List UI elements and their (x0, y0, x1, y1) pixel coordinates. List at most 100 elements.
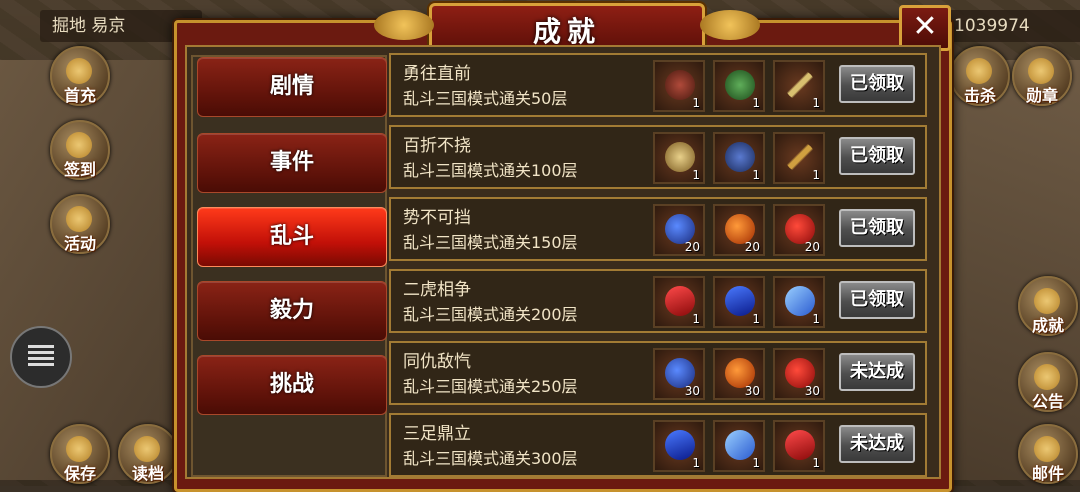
reward-slot[interactable]: 1 (653, 276, 705, 328)
currency-value: 1039974 (954, 16, 1030, 36)
weapon-icon (785, 70, 815, 100)
reward-qty: 1 (812, 312, 820, 326)
reward-slot[interactable]: 1 (653, 132, 705, 184)
scroll-icon (785, 286, 815, 316)
claimed-button[interactable]: 已领取 (839, 209, 915, 247)
general-icon (725, 70, 755, 100)
reward-slot[interactable]: 1 (713, 276, 765, 328)
reward-qty: 1 (752, 96, 760, 110)
not-achieved-button[interactable]: 未达成 (839, 353, 915, 391)
mail-icon (1034, 436, 1060, 462)
achievement-name: 势不可挡 (403, 208, 471, 228)
tab-story[interactable]: 剧情 (197, 57, 387, 117)
reward-qty: 1 (752, 456, 760, 470)
reward-qty: 1 (692, 96, 700, 110)
blue-general-icon (725, 142, 755, 172)
achievement-row: 同仇敌忾 乱斗三国模式通关250层 30 30 30 未达成 (389, 341, 927, 405)
activity-label: 活动 (63, 234, 96, 253)
load-icon (134, 436, 160, 462)
reward-qty: 1 (692, 312, 700, 326)
reward-slot[interactable]: 1 (773, 132, 825, 184)
load-button[interactable]: 读档 (118, 424, 178, 484)
achievement-label: 成就 (1031, 316, 1064, 335)
claimed-button[interactable]: 已领取 (839, 281, 915, 319)
reward-qty: 1 (692, 456, 700, 470)
reward-slot[interactable]: 1 (773, 420, 825, 472)
achievement-row: 势不可挡 乱斗三国模式通关150层 20 20 20 已领取 (389, 197, 927, 261)
achievement-list: 勇往直前 乱斗三国模式通关50层 1 1 1 已领取 百折不挠 乱斗三国模式通关… (389, 53, 927, 479)
reward-slot[interactable]: 30 (773, 348, 825, 400)
save-label: 保存 (63, 464, 96, 483)
tab-melee[interactable]: 乱斗 (197, 207, 387, 267)
achievement-row: 勇往直前 乱斗三国模式通关50层 1 1 1 已领取 (389, 53, 927, 117)
reward-qty: 1 (812, 168, 820, 182)
reward-qty: 1 (752, 312, 760, 326)
achievement-dialog: 成就 ✕ 剧情 事件 乱斗 毅力 挑战 勇往直前 乱斗三国模式通关50层 1 1… (174, 3, 952, 492)
reward-slot[interactable]: 1 (773, 60, 825, 112)
reward-qty: 20 (744, 240, 760, 254)
medal-label: 勋章 (1025, 86, 1058, 105)
reward-qty: 30 (804, 384, 820, 398)
reward-slot[interactable]: 20 (653, 204, 705, 256)
reward-qty: 30 (744, 384, 760, 398)
floating-assist-button[interactable] (10, 326, 72, 388)
reward-slot[interactable]: 1 (773, 276, 825, 328)
achievement-button[interactable]: 成就 (1018, 276, 1078, 336)
category-tabs: 剧情 事件 乱斗 毅力 挑战 (191, 55, 387, 477)
blue-book-icon (665, 430, 695, 460)
reward-slot[interactable]: 1 (653, 420, 705, 472)
tab-event[interactable]: 事件 (197, 133, 387, 193)
kill-button[interactable]: 击杀 (950, 46, 1010, 106)
reward-qty: 1 (812, 96, 820, 110)
save-button[interactable]: 保存 (50, 424, 110, 484)
kill-icon (966, 58, 992, 84)
reward-slot[interactable]: 1 (653, 60, 705, 112)
mail-label: 邮件 (1031, 464, 1064, 483)
spear-icon (785, 142, 815, 172)
achievement-desc: 乱斗三国模式通关250层 (403, 377, 578, 396)
medal-button[interactable]: 勋章 (1012, 46, 1072, 106)
tab-perseverance[interactable]: 毅力 (197, 281, 387, 341)
load-label: 读档 (131, 464, 164, 483)
reward-slot[interactable]: 20 (773, 204, 825, 256)
activity-button[interactable]: 活动 (50, 194, 110, 254)
blue-book-icon (725, 286, 755, 316)
mail-button[interactable]: 邮件 (1018, 424, 1078, 484)
sign-in-icon (66, 132, 92, 158)
gold-armor-icon (665, 142, 695, 172)
claimed-button[interactable]: 已领取 (839, 65, 915, 103)
not-achieved-button[interactable]: 未达成 (839, 425, 915, 463)
achievement-name: 百折不挠 (403, 136, 471, 156)
announcement-button[interactable]: 公告 (1018, 352, 1078, 412)
announcement-icon (1034, 364, 1060, 390)
sign-in-button[interactable]: 签到 (50, 120, 110, 180)
reward-qty: 1 (692, 168, 700, 182)
reward-slot[interactable]: 30 (713, 348, 765, 400)
achievement-desc: 乱斗三国模式通关300层 (403, 449, 578, 468)
reward-slot[interactable]: 1 (713, 420, 765, 472)
kill-label: 击杀 (963, 86, 996, 105)
close-icon: ✕ (912, 9, 938, 44)
reward-qty: 1 (752, 168, 760, 182)
achievement-name: 二虎相争 (403, 280, 471, 300)
achievement-desc: 乱斗三国模式通关150层 (403, 233, 578, 252)
scroll-icon (725, 430, 755, 460)
reward-slot[interactable]: 20 (713, 204, 765, 256)
terrain-right (940, 60, 1080, 480)
reward-slot[interactable]: 30 (653, 348, 705, 400)
reward-qty: 20 (804, 240, 820, 254)
first-recharge-button[interactable]: 首充 (50, 46, 110, 106)
claimed-button[interactable]: 已领取 (839, 137, 915, 175)
location-text: 掘地 易京 (52, 16, 126, 36)
tab-challenge[interactable]: 挑战 (197, 355, 387, 415)
achievement-desc: 乱斗三国模式通关100层 (403, 161, 578, 180)
ornament-left-icon (374, 10, 434, 40)
reward-slot[interactable]: 1 (713, 132, 765, 184)
achievement-row: 二虎相争 乱斗三国模式通关200层 1 1 1 已领取 (389, 269, 927, 333)
terrain-left (0, 60, 200, 480)
announcement-label: 公告 (1031, 392, 1064, 411)
achievement-icon (1034, 288, 1060, 314)
reward-slot[interactable]: 1 (713, 60, 765, 112)
ornament-right-icon (700, 10, 760, 40)
achievement-row: 三足鼎立 乱斗三国模式通关300层 1 1 1 未达成 (389, 413, 927, 477)
